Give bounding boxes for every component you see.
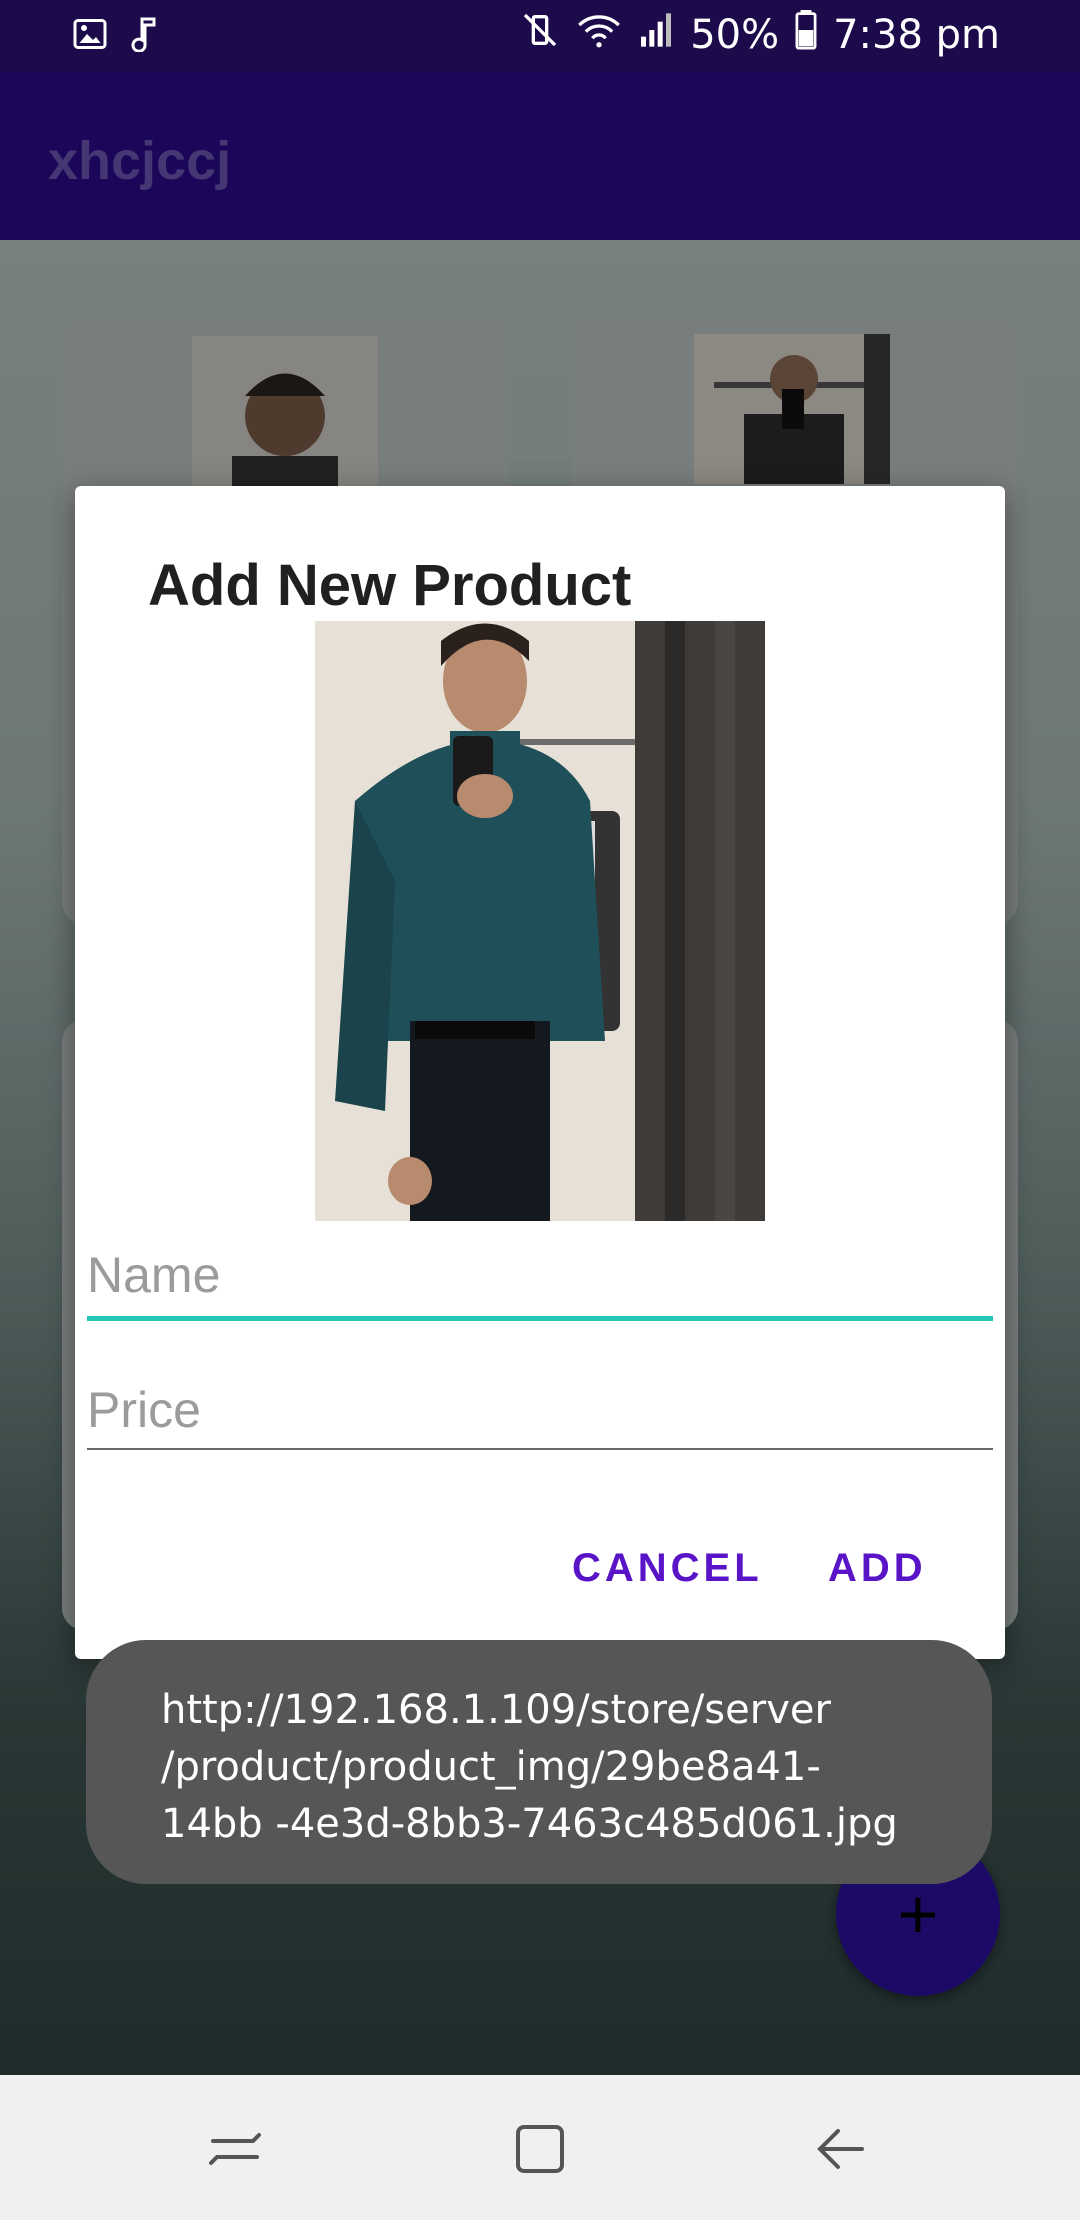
url-toast: http://192.168.1.109/store/server /produ… xyxy=(86,1640,992,1884)
recents-icon[interactable] xyxy=(205,2119,265,2179)
signal-icon xyxy=(638,10,674,60)
image-icon xyxy=(72,16,108,56)
navigation-bar xyxy=(0,2075,1080,2220)
home-icon[interactable] xyxy=(510,2119,570,2179)
add-product-dialog: Add New Product Name Price CANCEL ADD xyxy=(75,486,1005,1659)
music-note-icon xyxy=(130,16,160,56)
battery-percent: 50% xyxy=(690,12,780,58)
price-underline xyxy=(87,1448,993,1450)
name-field[interactable]: Name xyxy=(87,1246,993,1330)
add-button[interactable]: ADD xyxy=(828,1546,927,1591)
battery-icon xyxy=(795,10,817,60)
status-bar: 50% 7:38 pm xyxy=(0,0,1080,72)
name-input[interactable]: Name xyxy=(87,1246,220,1304)
mute-vibrate-icon xyxy=(520,10,560,60)
dialog-title: Add New Product xyxy=(148,553,632,618)
clock: 7:38 pm xyxy=(833,12,1000,58)
price-input[interactable]: Price xyxy=(87,1381,201,1439)
product-photo[interactable] xyxy=(315,621,765,1221)
wifi-icon xyxy=(576,10,622,60)
price-field[interactable]: Price xyxy=(87,1381,993,1465)
cancel-button[interactable]: CANCEL xyxy=(572,1546,763,1591)
name-underline xyxy=(87,1316,993,1321)
toast-message: http://192.168.1.109/store/server /produ… xyxy=(161,1687,898,1847)
back-icon[interactable] xyxy=(810,2119,870,2179)
